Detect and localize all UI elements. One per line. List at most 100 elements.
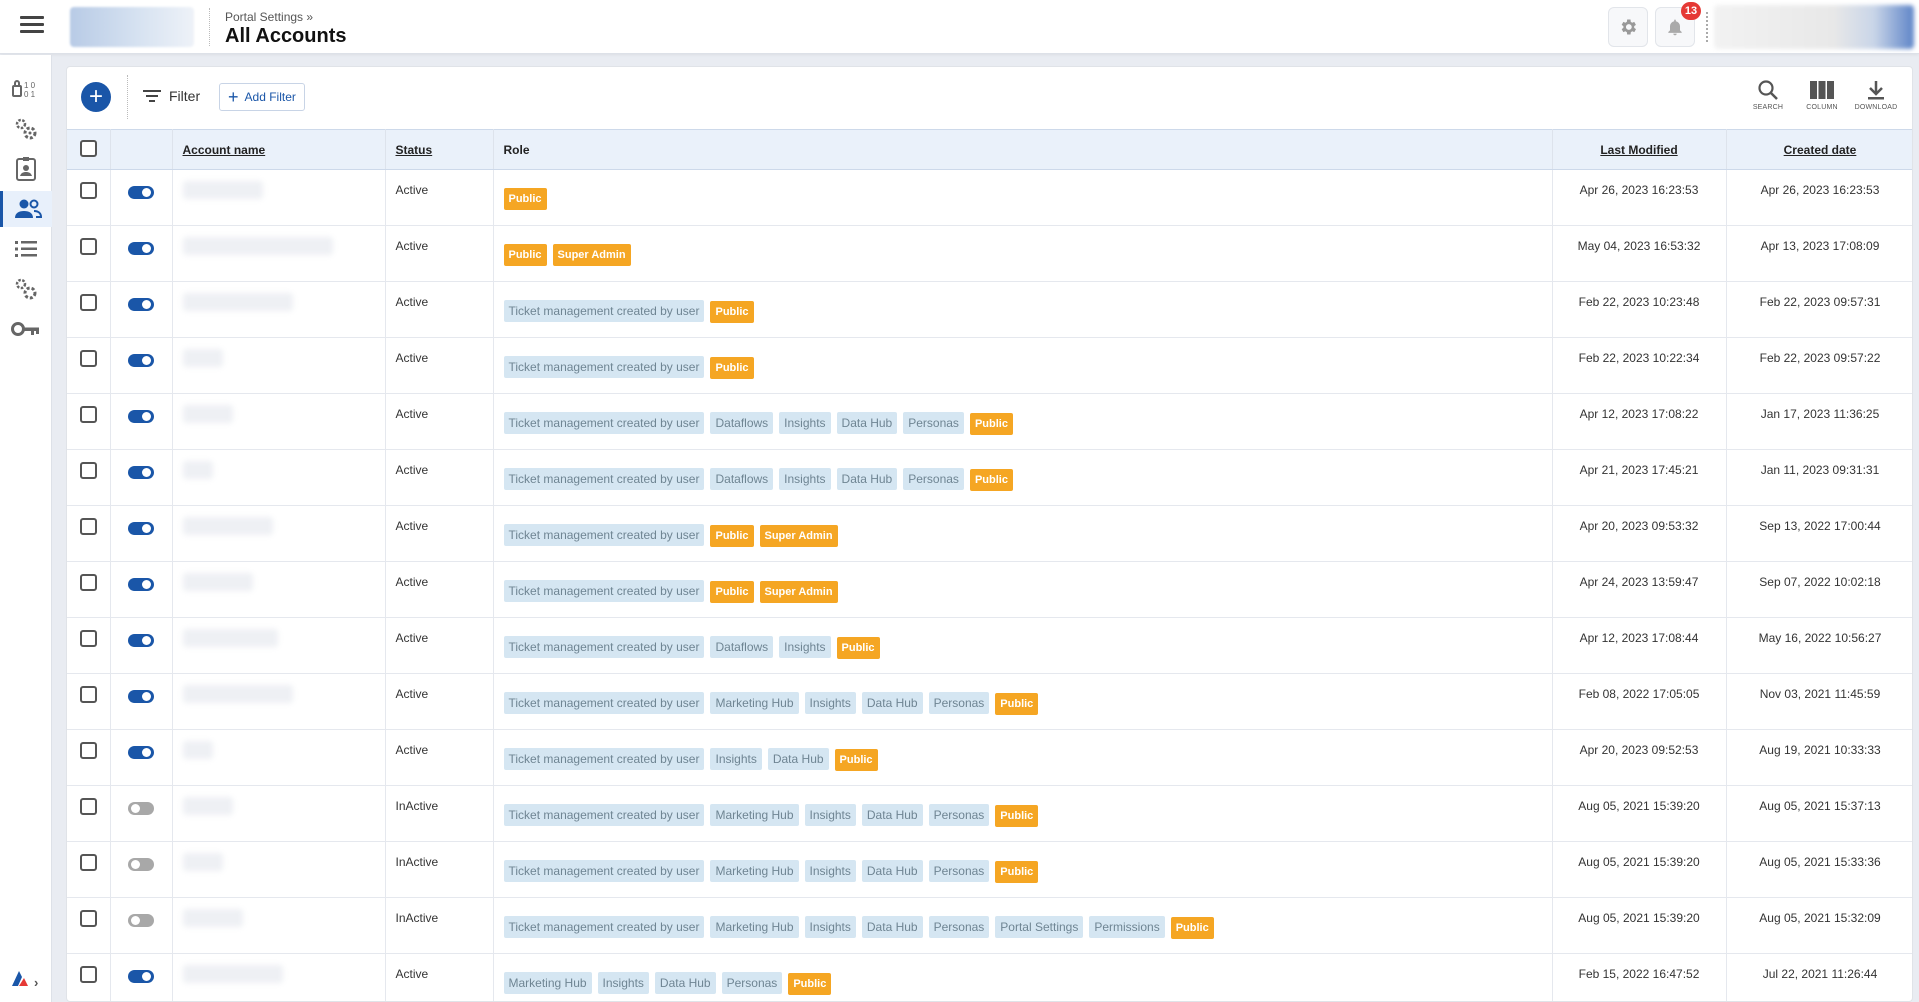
account-name-cell[interactable]: [172, 561, 386, 618]
table-row[interactable]: Active Public Apr 26, 2023 16:23:53 Apr …: [67, 169, 1912, 226]
row-checkbox[interactable]: [79, 574, 97, 591]
sidebar-item-accounts[interactable]: [0, 191, 52, 227]
account-name-cell[interactable]: [172, 393, 386, 450]
search-button[interactable]: SEARCH: [1748, 79, 1788, 111]
table-row[interactable]: InActive Ticket management created by us…: [67, 897, 1912, 954]
sidebar-item-configuration[interactable]: [0, 111, 52, 147]
sidebar-item-lists[interactable]: [0, 231, 52, 267]
account-enabled-toggle[interactable]: [128, 410, 154, 423]
row-checkbox[interactable]: [79, 238, 97, 255]
table-row[interactable]: Active Ticket management created by user…: [67, 281, 1912, 338]
row-checkbox[interactable]: [79, 350, 97, 367]
account-enabled-toggle[interactable]: [128, 858, 154, 871]
account-name-redacted[interactable]: [182, 965, 283, 983]
account-name-cell[interactable]: [172, 953, 386, 1001]
row-checkbox[interactable]: [79, 630, 97, 647]
account-name-cell[interactable]: [172, 169, 386, 226]
row-checkbox[interactable]: [79, 742, 97, 759]
account-enabled-toggle[interactable]: [128, 802, 154, 815]
account-enabled-toggle[interactable]: [128, 298, 154, 311]
account-name-redacted[interactable]: [182, 629, 278, 647]
row-checkbox[interactable]: [79, 686, 97, 703]
account-name-redacted[interactable]: [182, 461, 213, 479]
account-name-redacted[interactable]: [182, 405, 233, 423]
row-checkbox[interactable]: [79, 966, 97, 983]
column-button[interactable]: COLUMN: [1802, 79, 1842, 111]
table-row[interactable]: Active Ticket management created by user…: [67, 561, 1912, 618]
account-enabled-toggle[interactable]: [128, 746, 154, 759]
column-header-account-name[interactable]: Account name: [172, 129, 386, 170]
account-name-cell[interactable]: [172, 785, 386, 842]
account-name-redacted[interactable]: [182, 349, 223, 367]
notifications-button[interactable]: 13: [1655, 2, 1701, 47]
account-enabled-toggle[interactable]: [128, 970, 154, 983]
account-name-redacted[interactable]: [182, 853, 223, 871]
table-row[interactable]: InActive Ticket management created by us…: [67, 785, 1912, 842]
brand-logo[interactable]: ›: [10, 969, 38, 992]
account-name-redacted[interactable]: [182, 181, 263, 199]
menu-icon[interactable]: [20, 16, 44, 36]
breadcrumb[interactable]: Portal Settings »: [225, 10, 313, 24]
account-name-redacted[interactable]: [182, 293, 293, 311]
account-enabled-toggle[interactable]: [128, 578, 154, 591]
row-checkbox[interactable]: [79, 518, 97, 535]
account-enabled-toggle[interactable]: [128, 466, 154, 479]
table-row[interactable]: Active Public Super Admin May 04, 2023 16…: [67, 225, 1912, 282]
account-enabled-toggle[interactable]: [128, 242, 154, 255]
table-row[interactable]: Active Ticket management created by user…: [67, 673, 1912, 730]
account-name-cell[interactable]: [172, 897, 386, 954]
row-checkbox[interactable]: [79, 910, 97, 927]
account-enabled-toggle[interactable]: [128, 354, 154, 367]
table-row[interactable]: Active Ticket management created by user…: [67, 449, 1912, 506]
add-account-button[interactable]: +: [81, 82, 111, 112]
table-row[interactable]: Active Marketing Hub Insights Data Hub Pers…: [67, 953, 1912, 1001]
account-name-redacted[interactable]: [182, 517, 273, 535]
account-enabled-toggle[interactable]: [128, 914, 154, 927]
download-button[interactable]: DOWNLOAD: [1855, 79, 1897, 111]
account-name-cell[interactable]: [172, 505, 386, 562]
row-checkbox[interactable]: [79, 798, 97, 815]
account-name-cell[interactable]: [172, 729, 386, 786]
sidebar-item-keys[interactable]: [0, 311, 52, 347]
table-row[interactable]: Active Ticket management created by user…: [67, 337, 1912, 394]
account-name-cell[interactable]: [172, 673, 386, 730]
account-enabled-toggle[interactable]: [128, 690, 154, 703]
account-name-cell[interactable]: [172, 449, 386, 506]
row-checkbox[interactable]: [79, 182, 97, 199]
account-name-cell[interactable]: [172, 337, 386, 394]
filter-button[interactable]: Filter: [143, 88, 200, 104]
account-name-redacted[interactable]: [182, 685, 293, 703]
table-row[interactable]: Active Ticket management created by user…: [67, 617, 1912, 674]
row-checkbox[interactable]: [79, 462, 97, 479]
table-row[interactable]: Active Ticket management created by user…: [67, 393, 1912, 450]
account-name-redacted[interactable]: [182, 573, 253, 591]
row-checkbox[interactable]: [79, 294, 97, 311]
account-name-redacted[interactable]: [182, 909, 243, 927]
user-profile[interactable]: [1714, 5, 1914, 49]
add-filter-button[interactable]: + Add Filter: [219, 83, 305, 111]
account-name-cell[interactable]: [172, 617, 386, 674]
table-row[interactable]: Active Ticket management created by user…: [67, 505, 1912, 562]
column-header-created-date[interactable]: Created date: [1726, 129, 1912, 170]
account-name-redacted[interactable]: [182, 741, 213, 759]
account-name-redacted[interactable]: [182, 237, 333, 255]
column-header-status[interactable]: Status: [385, 129, 494, 170]
sidebar-item-contacts[interactable]: [0, 151, 52, 187]
account-name-cell[interactable]: [172, 841, 386, 898]
more-icon[interactable]: [1706, 12, 1708, 42]
account-enabled-toggle[interactable]: [128, 186, 154, 199]
select-all-checkbox[interactable]: [79, 139, 97, 157]
account-name-cell[interactable]: [172, 281, 386, 338]
account-enabled-toggle[interactable]: [128, 634, 154, 647]
table-row[interactable]: InActive Ticket management created by us…: [67, 841, 1912, 898]
row-checkbox[interactable]: [79, 854, 97, 871]
account-enabled-toggle[interactable]: [128, 522, 154, 535]
row-checkbox[interactable]: [79, 406, 97, 423]
table-row[interactable]: Active Ticket management created by user…: [67, 729, 1912, 786]
account-name-redacted[interactable]: [182, 797, 233, 815]
column-header-last-modified[interactable]: Last Modified: [1552, 129, 1727, 170]
sidebar-item-data[interactable]: 1 00 1: [0, 71, 52, 107]
account-name-cell[interactable]: [172, 225, 386, 282]
sidebar-item-settings[interactable]: [0, 271, 52, 307]
settings-button[interactable]: [1608, 7, 1648, 47]
